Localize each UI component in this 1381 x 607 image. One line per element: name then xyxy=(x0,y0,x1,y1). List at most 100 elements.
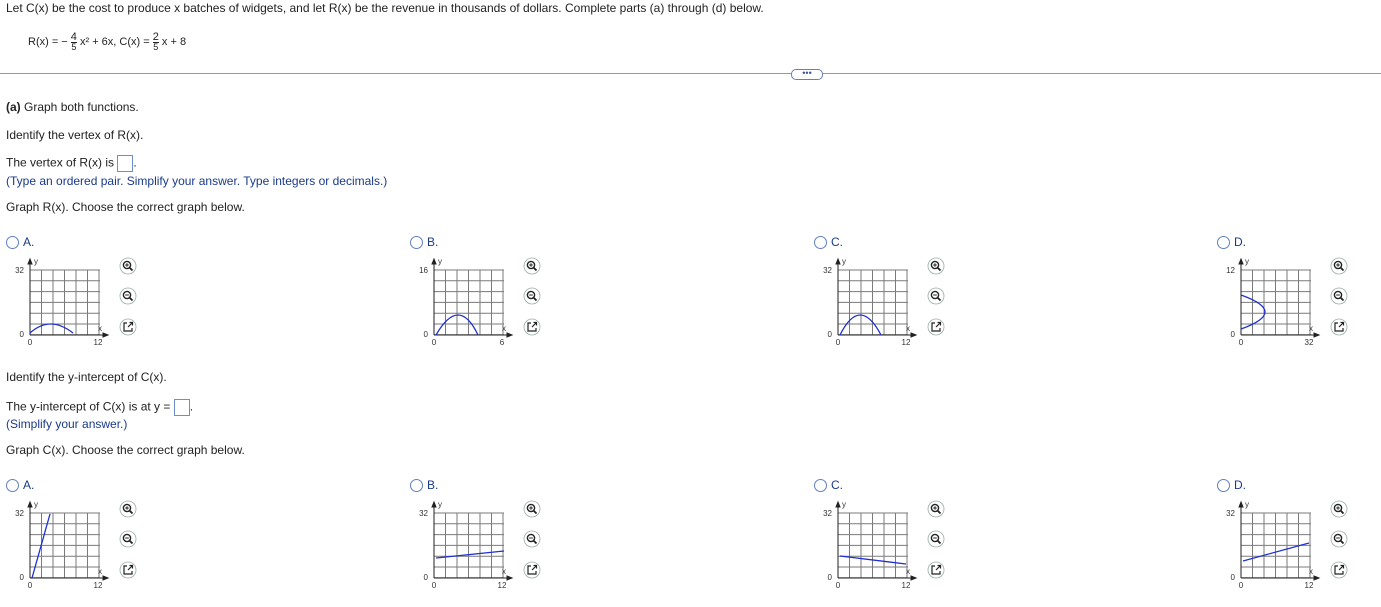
y-axis-label: y xyxy=(34,500,38,509)
zoom-out-icon[interactable] xyxy=(523,287,541,305)
zoom-in-icon[interactable] xyxy=(927,500,945,518)
zoom-in-icon[interactable] xyxy=(1330,257,1348,275)
graph-grid xyxy=(433,512,504,579)
zoom-in-icon[interactable] xyxy=(927,257,945,275)
y-zero-tick-label: 0 xyxy=(20,330,25,339)
y-zero-tick-label: 0 xyxy=(424,330,429,339)
zoom-in-icon[interactable] xyxy=(1330,500,1348,518)
y-axis-label: y xyxy=(1245,257,1249,266)
choice-letter: D. xyxy=(1234,235,1246,249)
y-max-tick-label: 32 xyxy=(419,509,428,518)
c-choice-d[interactable]: D. xyxy=(1217,478,1246,492)
x-axis-label: x xyxy=(98,567,102,576)
r-choice-a[interactable]: A. xyxy=(6,235,34,249)
c-choice-a[interactable]: A. xyxy=(6,478,34,492)
popout-icon[interactable] xyxy=(927,561,945,579)
x-origin-tick-label: 0 xyxy=(836,581,841,590)
x-origin-tick-label: 0 xyxy=(28,581,33,590)
y-zero-tick-label: 0 xyxy=(828,330,833,339)
y-zero-tick-label: 0 xyxy=(828,573,833,582)
y-axis-label: y xyxy=(34,257,38,266)
zoom-out-icon[interactable] xyxy=(119,530,137,548)
radio-button[interactable] xyxy=(410,478,423,492)
x-axis-label: x xyxy=(98,324,102,333)
radio-button[interactable] xyxy=(814,235,827,249)
y-axis-label: y xyxy=(438,257,442,266)
y-max-tick-label: 32 xyxy=(15,509,24,518)
popout-icon[interactable] xyxy=(1330,561,1348,579)
y-axis-label: y xyxy=(842,257,846,266)
x-origin-tick-label: 0 xyxy=(836,338,841,347)
x-max-tick-label: 12 xyxy=(94,581,103,590)
vertex-period: . xyxy=(133,155,137,170)
intercept-answer-box[interactable] xyxy=(173,399,190,416)
popout-icon[interactable] xyxy=(119,318,137,336)
r-denominator: 5 xyxy=(70,42,77,52)
part-a-label: (a) xyxy=(6,100,21,114)
choice-letter: B. xyxy=(427,478,439,492)
c-choice-b[interactable]: B. xyxy=(410,478,438,492)
popout-icon[interactable] xyxy=(1330,318,1348,336)
zoom-out-icon[interactable] xyxy=(523,530,541,548)
y-axis-label: y xyxy=(438,500,442,509)
vertex-answer-box[interactable] xyxy=(117,155,134,172)
x-max-tick-label: 12 xyxy=(94,338,103,347)
graph-axes xyxy=(835,257,918,338)
intercept-hint: (Simplify your answer.) xyxy=(6,417,128,431)
more-button[interactable]: ••• xyxy=(791,69,823,80)
y-axis-label: y xyxy=(842,500,846,509)
graph-grid xyxy=(837,269,908,336)
choice-letter: A. xyxy=(23,235,35,249)
choice-letter: C. xyxy=(831,478,843,492)
y-max-tick-label: 32 xyxy=(1226,509,1235,518)
r-choice-d[interactable]: D. xyxy=(1217,235,1246,249)
zoom-in-icon[interactable] xyxy=(523,500,541,518)
y-zero-tick-label: 0 xyxy=(424,573,429,582)
x-max-tick-label: 32 xyxy=(1305,338,1314,347)
zoom-in-icon[interactable] xyxy=(523,257,541,275)
y-axis-label: y xyxy=(1245,500,1249,509)
zoom-in-icon[interactable] xyxy=(119,500,137,518)
radio-button[interactable] xyxy=(6,478,19,492)
popout-icon[interactable] xyxy=(523,318,541,336)
zoom-out-icon[interactable] xyxy=(1330,287,1348,305)
zoom-out-icon[interactable] xyxy=(1330,530,1348,548)
r-choice-b[interactable]: B. xyxy=(410,235,438,249)
r-choice-c[interactable]: C. xyxy=(814,235,843,249)
zoom-out-icon[interactable] xyxy=(927,287,945,305)
c-fraction: 25 xyxy=(152,32,159,52)
y-zero-tick-label: 0 xyxy=(1231,330,1236,339)
part-a-title-text: Graph both functions. xyxy=(20,100,139,114)
x-axis-label: x xyxy=(502,324,506,333)
vertex-question: The vertex of R(x) is . xyxy=(6,155,137,172)
popout-icon[interactable] xyxy=(523,561,541,579)
y-zero-tick-label: 0 xyxy=(1231,573,1236,582)
radio-button[interactable] xyxy=(1217,478,1230,492)
zoom-out-icon[interactable] xyxy=(119,287,137,305)
x-max-tick-label: 12 xyxy=(1305,581,1314,590)
x-axis-label: x xyxy=(1309,324,1313,333)
popout-icon[interactable] xyxy=(927,318,945,336)
graph-grid xyxy=(29,269,100,336)
graph-grid xyxy=(433,269,504,336)
graph-axes xyxy=(431,500,514,581)
c-rest: x + 8 xyxy=(161,35,187,48)
popout-icon[interactable] xyxy=(119,561,137,579)
radio-button[interactable] xyxy=(814,478,827,492)
intercept-period: . xyxy=(189,399,194,414)
r-numerator: 4 xyxy=(70,31,77,43)
x-max-tick-label: 6 xyxy=(500,338,505,347)
x-origin-tick-label: 0 xyxy=(432,581,437,590)
radio-button[interactable] xyxy=(1217,235,1230,249)
radio-button[interactable] xyxy=(410,235,423,249)
function-curve xyxy=(435,550,505,559)
x-axis-label: x xyxy=(906,324,910,333)
graph-axes xyxy=(1238,500,1321,581)
zoom-in-icon[interactable] xyxy=(119,257,137,275)
x-origin-tick-label: 0 xyxy=(28,338,33,347)
zoom-out-icon[interactable] xyxy=(927,530,945,548)
x-axis-label: x xyxy=(1309,567,1313,576)
x-max-tick-label: 12 xyxy=(902,338,911,347)
c-choice-c[interactable]: C. xyxy=(814,478,843,492)
radio-button[interactable] xyxy=(6,235,19,249)
